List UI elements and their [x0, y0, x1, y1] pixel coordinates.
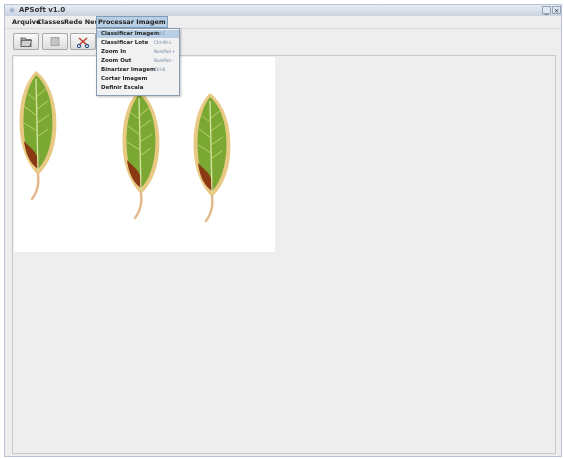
leaf-2 [121, 88, 161, 220]
menu-item-label: Classificar Imagem [101, 31, 160, 37]
scissors-icon [76, 37, 90, 49]
leaf-3 [192, 91, 232, 223]
leaf-1 [18, 69, 58, 201]
window-title: APSoft v1.0 [19, 6, 66, 14]
menu-item-shortcut: Ctrl-Alt-L [154, 40, 172, 45]
image-panel[interactable] [12, 55, 556, 454]
menu-item-classificar-imagem[interactable]: Classificar Imagem Ctrl-C [97, 30, 179, 38]
stop-button[interactable] [42, 33, 68, 50]
minimize-button[interactable]: _ [542, 6, 551, 15]
menu-item-cortar-imagem[interactable]: Cortar Imagem [97, 75, 179, 83]
toolbar [5, 29, 561, 53]
app-window: ✳ APSoft v1.0 _ × Arquivo Classes Rede N… [4, 4, 562, 457]
cut-button[interactable] [70, 33, 96, 50]
menu-item-shortcut: NumPad - [154, 58, 174, 63]
menu-bar: Arquivo Classes Rede Neural Processar Im… [5, 16, 561, 29]
menu-classes[interactable]: Classes [36, 17, 65, 27]
app-icon: ✳ [8, 6, 16, 15]
menu-item-label: Zoom Out [101, 58, 132, 64]
menu-item-shortcut: Ctrl-C [154, 31, 166, 36]
menu-item-label: Zoom In [101, 49, 127, 55]
menu-item-zoom-out[interactable]: Zoom Out NumPad - [97, 57, 179, 65]
stop-icon [50, 37, 60, 46]
menu-item-binarizar-imagem[interactable]: Binarizar Imagem Ctrl-B [97, 66, 179, 74]
menu-item-label: Classificar Lote [101, 40, 149, 46]
menu-item-label: Cortar Imagem [101, 76, 148, 82]
close-button[interactable]: × [552, 6, 561, 15]
menu-item-shortcut: NumPad + [154, 49, 176, 54]
processar-imagem-menu: Classificar Imagem Ctrl-C Classificar Lo… [96, 28, 180, 96]
menu-item-label: Definir Escala [101, 85, 144, 91]
menu-item-shortcut: Ctrl-B [154, 67, 166, 72]
menu-item-classificar-lote[interactable]: Classificar Lote Ctrl-Alt-L [97, 39, 179, 47]
folder-open-icon [20, 37, 33, 47]
menu-item-label: Binarizar Imagem [101, 67, 156, 73]
menu-processar-imagem[interactable]: Processar Imagem [96, 16, 168, 28]
open-button[interactable] [13, 33, 39, 50]
menu-item-definir-escala[interactable]: Definir Escala [97, 84, 179, 92]
menu-item-zoom-in[interactable]: Zoom In NumPad + [97, 48, 179, 56]
